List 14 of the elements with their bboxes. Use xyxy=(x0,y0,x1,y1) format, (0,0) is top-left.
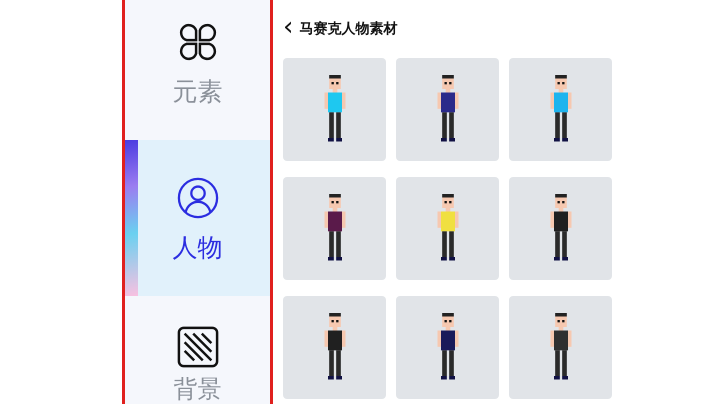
back-button[interactable]: ‹ xyxy=(283,14,294,40)
hatched-square-icon xyxy=(176,326,218,368)
character-card[interactable] xyxy=(509,177,612,280)
user-icon xyxy=(176,177,218,219)
page-title: 马赛克人物素材 xyxy=(299,20,398,38)
character-card[interactable] xyxy=(283,58,386,161)
character-card[interactable] xyxy=(283,177,386,280)
character-card[interactable] xyxy=(509,58,612,161)
sidebar-item[interactable]: 人物 xyxy=(125,140,270,296)
character-card[interactable] xyxy=(283,296,386,399)
character-card[interactable] xyxy=(396,177,499,280)
character-card[interactable] xyxy=(396,58,499,161)
character-card[interactable] xyxy=(396,296,499,399)
character-card[interactable] xyxy=(509,296,612,399)
